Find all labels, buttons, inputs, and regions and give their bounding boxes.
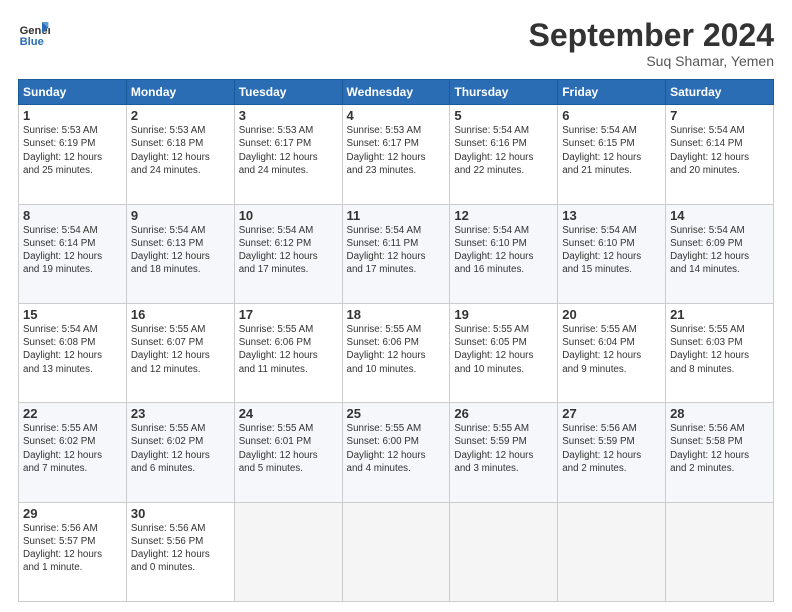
month-title: September 2024: [529, 18, 774, 53]
table-row: 15Sunrise: 5:54 AMSunset: 6:08 PMDayligh…: [19, 303, 774, 402]
calendar-table: Sunday Monday Tuesday Wednesday Thursday…: [18, 79, 774, 602]
location: Suq Shamar, Yemen: [529, 53, 774, 69]
table-cell: 20Sunrise: 5:55 AMSunset: 6:04 PMDayligh…: [558, 303, 666, 402]
table-cell: 11Sunrise: 5:54 AMSunset: 6:11 PMDayligh…: [342, 204, 450, 303]
table-cell: 10Sunrise: 5:54 AMSunset: 6:12 PMDayligh…: [234, 204, 342, 303]
table-cell: 23Sunrise: 5:55 AMSunset: 6:02 PMDayligh…: [126, 403, 234, 502]
table-cell: 22Sunrise: 5:55 AMSunset: 6:02 PMDayligh…: [19, 403, 127, 502]
page: General Blue September 2024 Suq Shamar, …: [0, 0, 792, 612]
table-cell: 21Sunrise: 5:55 AMSunset: 6:03 PMDayligh…: [666, 303, 774, 402]
table-row: 29Sunrise: 5:56 AMSunset: 5:57 PMDayligh…: [19, 502, 774, 601]
table-cell: 25Sunrise: 5:55 AMSunset: 6:00 PMDayligh…: [342, 403, 450, 502]
table-cell: 16Sunrise: 5:55 AMSunset: 6:07 PMDayligh…: [126, 303, 234, 402]
table-cell: 4Sunrise: 5:53 AMSunset: 6:17 PMDaylight…: [342, 105, 450, 204]
table-cell: 1Sunrise: 5:53 AMSunset: 6:19 PMDaylight…: [19, 105, 127, 204]
col-thursday: Thursday: [450, 80, 558, 105]
header: General Blue September 2024 Suq Shamar, …: [18, 18, 774, 69]
col-wednesday: Wednesday: [342, 80, 450, 105]
table-cell: 8Sunrise: 5:54 AMSunset: 6:14 PMDaylight…: [19, 204, 127, 303]
col-sunday: Sunday: [19, 80, 127, 105]
table-row: 22Sunrise: 5:55 AMSunset: 6:02 PMDayligh…: [19, 403, 774, 502]
table-cell: 27Sunrise: 5:56 AMSunset: 5:59 PMDayligh…: [558, 403, 666, 502]
logo: General Blue: [18, 18, 50, 50]
table-cell: 18Sunrise: 5:55 AMSunset: 6:06 PMDayligh…: [342, 303, 450, 402]
col-friday: Friday: [558, 80, 666, 105]
table-cell: [234, 502, 342, 601]
table-cell: 9Sunrise: 5:54 AMSunset: 6:13 PMDaylight…: [126, 204, 234, 303]
table-cell: 7Sunrise: 5:54 AMSunset: 6:14 PMDaylight…: [666, 105, 774, 204]
svg-text:Blue: Blue: [20, 36, 44, 48]
table-row: 1Sunrise: 5:53 AMSunset: 6:19 PMDaylight…: [19, 105, 774, 204]
table-cell: 29Sunrise: 5:56 AMSunset: 5:57 PMDayligh…: [19, 502, 127, 601]
table-cell: 17Sunrise: 5:55 AMSunset: 6:06 PMDayligh…: [234, 303, 342, 402]
table-cell: 3Sunrise: 5:53 AMSunset: 6:17 PMDaylight…: [234, 105, 342, 204]
table-cell: 12Sunrise: 5:54 AMSunset: 6:10 PMDayligh…: [450, 204, 558, 303]
table-cell: 15Sunrise: 5:54 AMSunset: 6:08 PMDayligh…: [19, 303, 127, 402]
table-cell: 14Sunrise: 5:54 AMSunset: 6:09 PMDayligh…: [666, 204, 774, 303]
table-cell: 2Sunrise: 5:53 AMSunset: 6:18 PMDaylight…: [126, 105, 234, 204]
table-cell: 30Sunrise: 5:56 AMSunset: 5:56 PMDayligh…: [126, 502, 234, 601]
col-monday: Monday: [126, 80, 234, 105]
table-cell: [342, 502, 450, 601]
table-cell: 24Sunrise: 5:55 AMSunset: 6:01 PMDayligh…: [234, 403, 342, 502]
table-cell: 26Sunrise: 5:55 AMSunset: 5:59 PMDayligh…: [450, 403, 558, 502]
table-cell: 19Sunrise: 5:55 AMSunset: 6:05 PMDayligh…: [450, 303, 558, 402]
table-row: 8Sunrise: 5:54 AMSunset: 6:14 PMDaylight…: [19, 204, 774, 303]
table-cell: [558, 502, 666, 601]
logo-icon: General Blue: [18, 18, 50, 50]
calendar-header-row: Sunday Monday Tuesday Wednesday Thursday…: [19, 80, 774, 105]
title-block: September 2024 Suq Shamar, Yemen: [529, 18, 774, 69]
table-cell: 28Sunrise: 5:56 AMSunset: 5:58 PMDayligh…: [666, 403, 774, 502]
table-cell: 5Sunrise: 5:54 AMSunset: 6:16 PMDaylight…: [450, 105, 558, 204]
table-cell: [666, 502, 774, 601]
col-tuesday: Tuesday: [234, 80, 342, 105]
col-saturday: Saturday: [666, 80, 774, 105]
table-cell: [450, 502, 558, 601]
table-cell: 13Sunrise: 5:54 AMSunset: 6:10 PMDayligh…: [558, 204, 666, 303]
table-cell: 6Sunrise: 5:54 AMSunset: 6:15 PMDaylight…: [558, 105, 666, 204]
